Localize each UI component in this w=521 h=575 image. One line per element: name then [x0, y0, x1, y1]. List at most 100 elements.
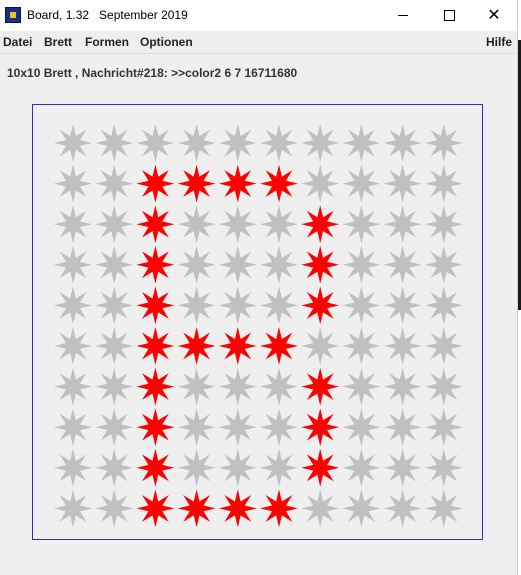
board-cell-star[interactable]	[136, 367, 175, 406]
board-cell-star[interactable]	[342, 245, 381, 284]
board-cell-star[interactable]	[95, 286, 134, 325]
menu-brett[interactable]: Brett	[44, 35, 72, 49]
board-cell-star[interactable]	[95, 205, 134, 244]
board-cell-star[interactable]	[424, 164, 463, 203]
board-cell-star[interactable]	[260, 367, 298, 406]
board-cell-star[interactable]	[342, 164, 381, 203]
board-cell-star[interactable]	[218, 205, 257, 244]
board-cell-star[interactable]	[218, 164, 257, 203]
board-cell-star[interactable]	[260, 489, 298, 528]
board-cell-star[interactable]	[301, 205, 340, 244]
board-cell-star[interactable]	[424, 205, 463, 244]
board-cell-star[interactable]	[383, 286, 422, 325]
board-cell-star[interactable]	[301, 164, 340, 203]
board-cell-star[interactable]	[95, 124, 134, 162]
board-cell-star[interactable]	[301, 245, 340, 284]
board-cell-star[interactable]	[424, 286, 463, 325]
board-cell-star[interactable]	[342, 408, 381, 447]
board-cell-star[interactable]	[54, 367, 92, 406]
board-cell-star[interactable]	[54, 327, 92, 365]
board-cell-star[interactable]	[342, 327, 381, 365]
board-cell-star[interactable]	[383, 448, 422, 487]
board-cell-star[interactable]	[218, 408, 257, 447]
board-cell-star[interactable]	[218, 286, 257, 325]
board-cell-star[interactable]	[260, 205, 298, 244]
board-cell-star[interactable]	[383, 408, 422, 447]
board-cell-star[interactable]	[424, 124, 463, 162]
menu-optionen[interactable]: Optionen	[140, 35, 193, 49]
board-cell-star[interactable]	[177, 124, 216, 162]
board-cell-star[interactable]	[424, 245, 463, 284]
board-cell-star[interactable]	[136, 124, 175, 162]
close-button[interactable]: ✕	[471, 0, 517, 31]
board-cell-star[interactable]	[301, 408, 340, 447]
board-cell-star[interactable]	[136, 245, 175, 284]
board-cell-star[interactable]	[177, 245, 216, 284]
board-cell-star[interactable]	[95, 327, 134, 365]
board-cell-star[interactable]	[301, 367, 340, 406]
board-cell-star[interactable]	[342, 205, 381, 244]
board-cell-star[interactable]	[218, 327, 257, 365]
board-cell-star[interactable]	[54, 408, 92, 447]
board-cell-star[interactable]	[177, 164, 216, 203]
board-cell-star[interactable]	[218, 245, 257, 284]
board-cell-star[interactable]	[95, 489, 134, 528]
board-cell-star[interactable]	[260, 327, 298, 365]
board-cell-star[interactable]	[136, 164, 175, 203]
board-cell-star[interactable]	[260, 164, 298, 203]
board-cell-star[interactable]	[95, 245, 134, 284]
board-cell-star[interactable]	[342, 124, 381, 162]
board-cell-star[interactable]	[383, 205, 422, 244]
board-cell-star[interactable]	[177, 448, 216, 487]
board-cell-star[interactable]	[424, 327, 463, 365]
board-cell-star[interactable]	[136, 327, 175, 365]
board-cell-star[interactable]	[424, 448, 463, 487]
board-cell-star[interactable]	[136, 448, 175, 487]
board-app-icon[interactable]	[5, 7, 21, 23]
board-cell-star[interactable]	[301, 124, 340, 162]
menu-datei[interactable]: Datei	[3, 35, 32, 49]
board-cell-star[interactable]	[177, 327, 216, 365]
board-cell-star[interactable]	[136, 408, 175, 447]
board-cell-star[interactable]	[54, 245, 92, 284]
board-cell-star[interactable]	[218, 448, 257, 487]
board-cell-star[interactable]	[177, 367, 216, 406]
board-cell-star[interactable]	[260, 124, 298, 162]
board-cell-star[interactable]	[383, 164, 422, 203]
board-cell-star[interactable]	[342, 489, 381, 528]
board-cell-star[interactable]	[54, 164, 92, 203]
board-cell-star[interactable]	[218, 124, 257, 162]
board-cell-star[interactable]	[383, 124, 422, 162]
board-cell-star[interactable]	[301, 489, 340, 528]
menu-formen[interactable]: Formen	[85, 35, 129, 49]
board-cell-star[interactable]	[342, 286, 381, 325]
board-frame[interactable]	[32, 104, 483, 540]
board-cell-star[interactable]	[383, 489, 422, 528]
menu-hilfe[interactable]: Hilfe	[486, 35, 512, 49]
board-cell-star[interactable]	[342, 367, 381, 406]
board-cell-star[interactable]	[136, 489, 175, 528]
board-cell-star[interactable]	[95, 408, 134, 447]
title-bar[interactable]: Board, 1.32 September 2019 ✕	[0, 0, 517, 31]
board-cell-star[interactable]	[95, 164, 134, 203]
board-cell-star[interactable]	[301, 286, 340, 325]
board-cell-star[interactable]	[383, 367, 422, 406]
board-cell-star[interactable]	[54, 489, 92, 528]
board-cell-star[interactable]	[260, 448, 298, 487]
board-cell-star[interactable]	[342, 448, 381, 487]
board-cell-star[interactable]	[136, 286, 175, 325]
board-cell-star[interactable]	[95, 367, 134, 406]
board-cell-star[interactable]	[136, 205, 175, 244]
board-cell-star[interactable]	[383, 245, 422, 284]
minimize-button[interactable]	[380, 0, 426, 31]
board-cell-star[interactable]	[54, 124, 92, 162]
board-cell-star[interactable]	[424, 489, 463, 528]
board-cell-star[interactable]	[301, 448, 340, 487]
board-cell-star[interactable]	[218, 367, 257, 406]
board-cell-star[interactable]	[177, 286, 216, 325]
board-cell-star[interactable]	[218, 489, 257, 528]
board-cell-star[interactable]	[424, 408, 463, 447]
board-cell-star[interactable]	[54, 286, 92, 325]
board-cell-star[interactable]	[260, 286, 298, 325]
board-cell-star[interactable]	[260, 245, 298, 284]
